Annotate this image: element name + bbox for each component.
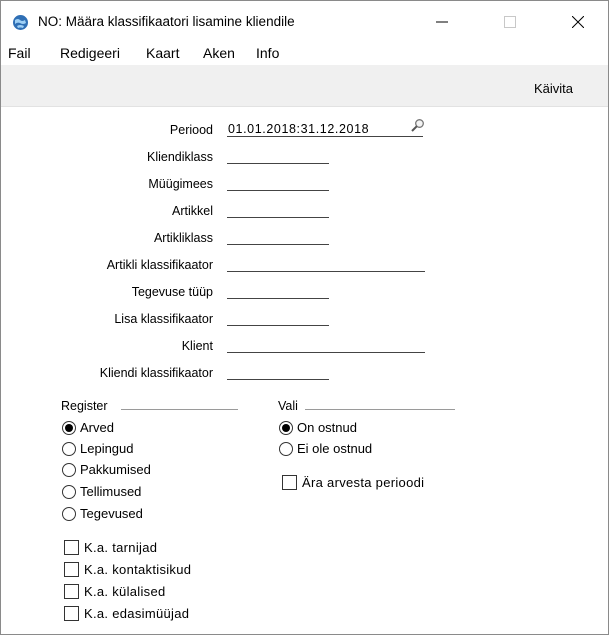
label-periood: Periood (169, 123, 213, 137)
toolbar: Käivita (1, 65, 608, 107)
close-button[interactable] (555, 1, 601, 43)
minimize-button[interactable] (419, 1, 465, 43)
radio-label-arved: Arved (80, 420, 114, 435)
radio-on-ostnud[interactable] (279, 421, 293, 435)
radio-selected-dot (282, 424, 290, 432)
label-artikli-klassifikaator: Artikli klassifikaator (106, 258, 213, 272)
menu-kaart[interactable]: Kaart (146, 45, 179, 61)
radio-ei-ole-ostnud[interactable] (279, 442, 293, 456)
window-title: NO: Määra klassifikaatori lisamine klien… (38, 14, 295, 29)
menu-fail[interactable]: Fail (8, 45, 31, 61)
label-muugimees: Müügimees (148, 177, 213, 191)
checkbox-ka-kontaktisikud[interactable] (64, 562, 79, 577)
tegevuse-tuup-field[interactable] (227, 284, 329, 299)
label-tegevuse-tuup: Tegevuse tüüp (131, 285, 213, 299)
muugimees-field[interactable] (227, 176, 329, 191)
radio-label-lepingud: Lepingud (80, 441, 134, 456)
label-klient: Klient (181, 339, 213, 353)
search-icon[interactable] (410, 118, 425, 133)
label-artikkel: Artikkel (172, 204, 213, 218)
register-group-title: Register (61, 399, 108, 413)
title-bar[interactable]: NO: Määra klassifikaatori lisamine klien… (1, 1, 608, 43)
kliendi-klassifikaator-field[interactable] (227, 365, 329, 380)
kliendiklass-field[interactable] (227, 149, 329, 164)
checkbox-ka-edasimuujad[interactable] (64, 606, 79, 621)
checkbox-ara-arvesta-perioodi[interactable] (282, 475, 297, 490)
radio-lepingud[interactable] (62, 442, 76, 456)
menu-aken[interactable]: Aken (203, 45, 235, 61)
radio-selected-dot (65, 424, 73, 432)
vali-group-title: Vali (278, 399, 298, 413)
radio-arved[interactable] (62, 421, 76, 435)
radio-label-tellimused: Tellimused (80, 484, 142, 499)
artikkel-field[interactable] (227, 203, 329, 218)
radio-pakkumised[interactable] (62, 463, 76, 477)
checkbox-label-ka-edasimuujad: K.a. edasimüüjad (84, 606, 190, 621)
menu-info[interactable]: Info (256, 45, 279, 61)
maximize-button[interactable] (487, 1, 533, 43)
lisa-klassifikaator-field[interactable] (227, 311, 329, 326)
dialog-window: NO: Määra klassifikaatori lisamine klien… (0, 0, 609, 635)
radio-tegevused[interactable] (62, 507, 76, 521)
artikliklass-field[interactable] (227, 230, 329, 245)
maximize-icon (504, 16, 516, 28)
register-group-rule (121, 409, 238, 410)
radio-label-on-ostnud: On ostnud (297, 420, 357, 435)
checkbox-label-ara-arvesta-perioodi: Ära arvesta perioodi (302, 475, 425, 490)
label-artikliklass: Artikliklass (153, 231, 213, 245)
radio-tellimused[interactable] (62, 485, 76, 499)
radio-label-ei-ole-ostnud: Ei ole ostnud (297, 441, 373, 456)
label-kliendiklass: Kliendiklass (146, 150, 213, 164)
minimize-icon (436, 21, 448, 23)
checkbox-ka-kulalised[interactable] (64, 584, 79, 599)
klient-field[interactable] (227, 338, 425, 353)
run-button[interactable]: Käivita (534, 81, 573, 96)
app-globe-icon (13, 15, 28, 30)
radio-label-tegevused: Tegevused (80, 506, 143, 521)
artikli-klassifikaator-field[interactable] (227, 257, 425, 272)
label-lisa-klassifikaator: Lisa klassifikaator (114, 312, 213, 326)
vali-group-rule (305, 409, 455, 410)
label-kliendi-klassifikaator: Kliendi klassifikaator (99, 366, 213, 380)
menu-redigeeri[interactable]: Redigeeri (60, 45, 120, 61)
checkbox-ka-tarnijad[interactable] (64, 540, 79, 555)
radio-label-pakkumised: Pakkumised (80, 462, 151, 477)
checkbox-label-ka-tarnijad: K.a. tarnijad (84, 540, 158, 555)
checkbox-label-ka-kulalised: K.a. külalised (84, 584, 166, 599)
close-icon (572, 16, 584, 28)
checkbox-label-ka-kontaktisikud: K.a. kontaktisikud (84, 562, 192, 577)
menu-bar: Fail Redigeeri Kaart Aken Info (1, 43, 608, 65)
periood-field[interactable]: 01.01.2018:31.12.2018 (227, 122, 423, 137)
